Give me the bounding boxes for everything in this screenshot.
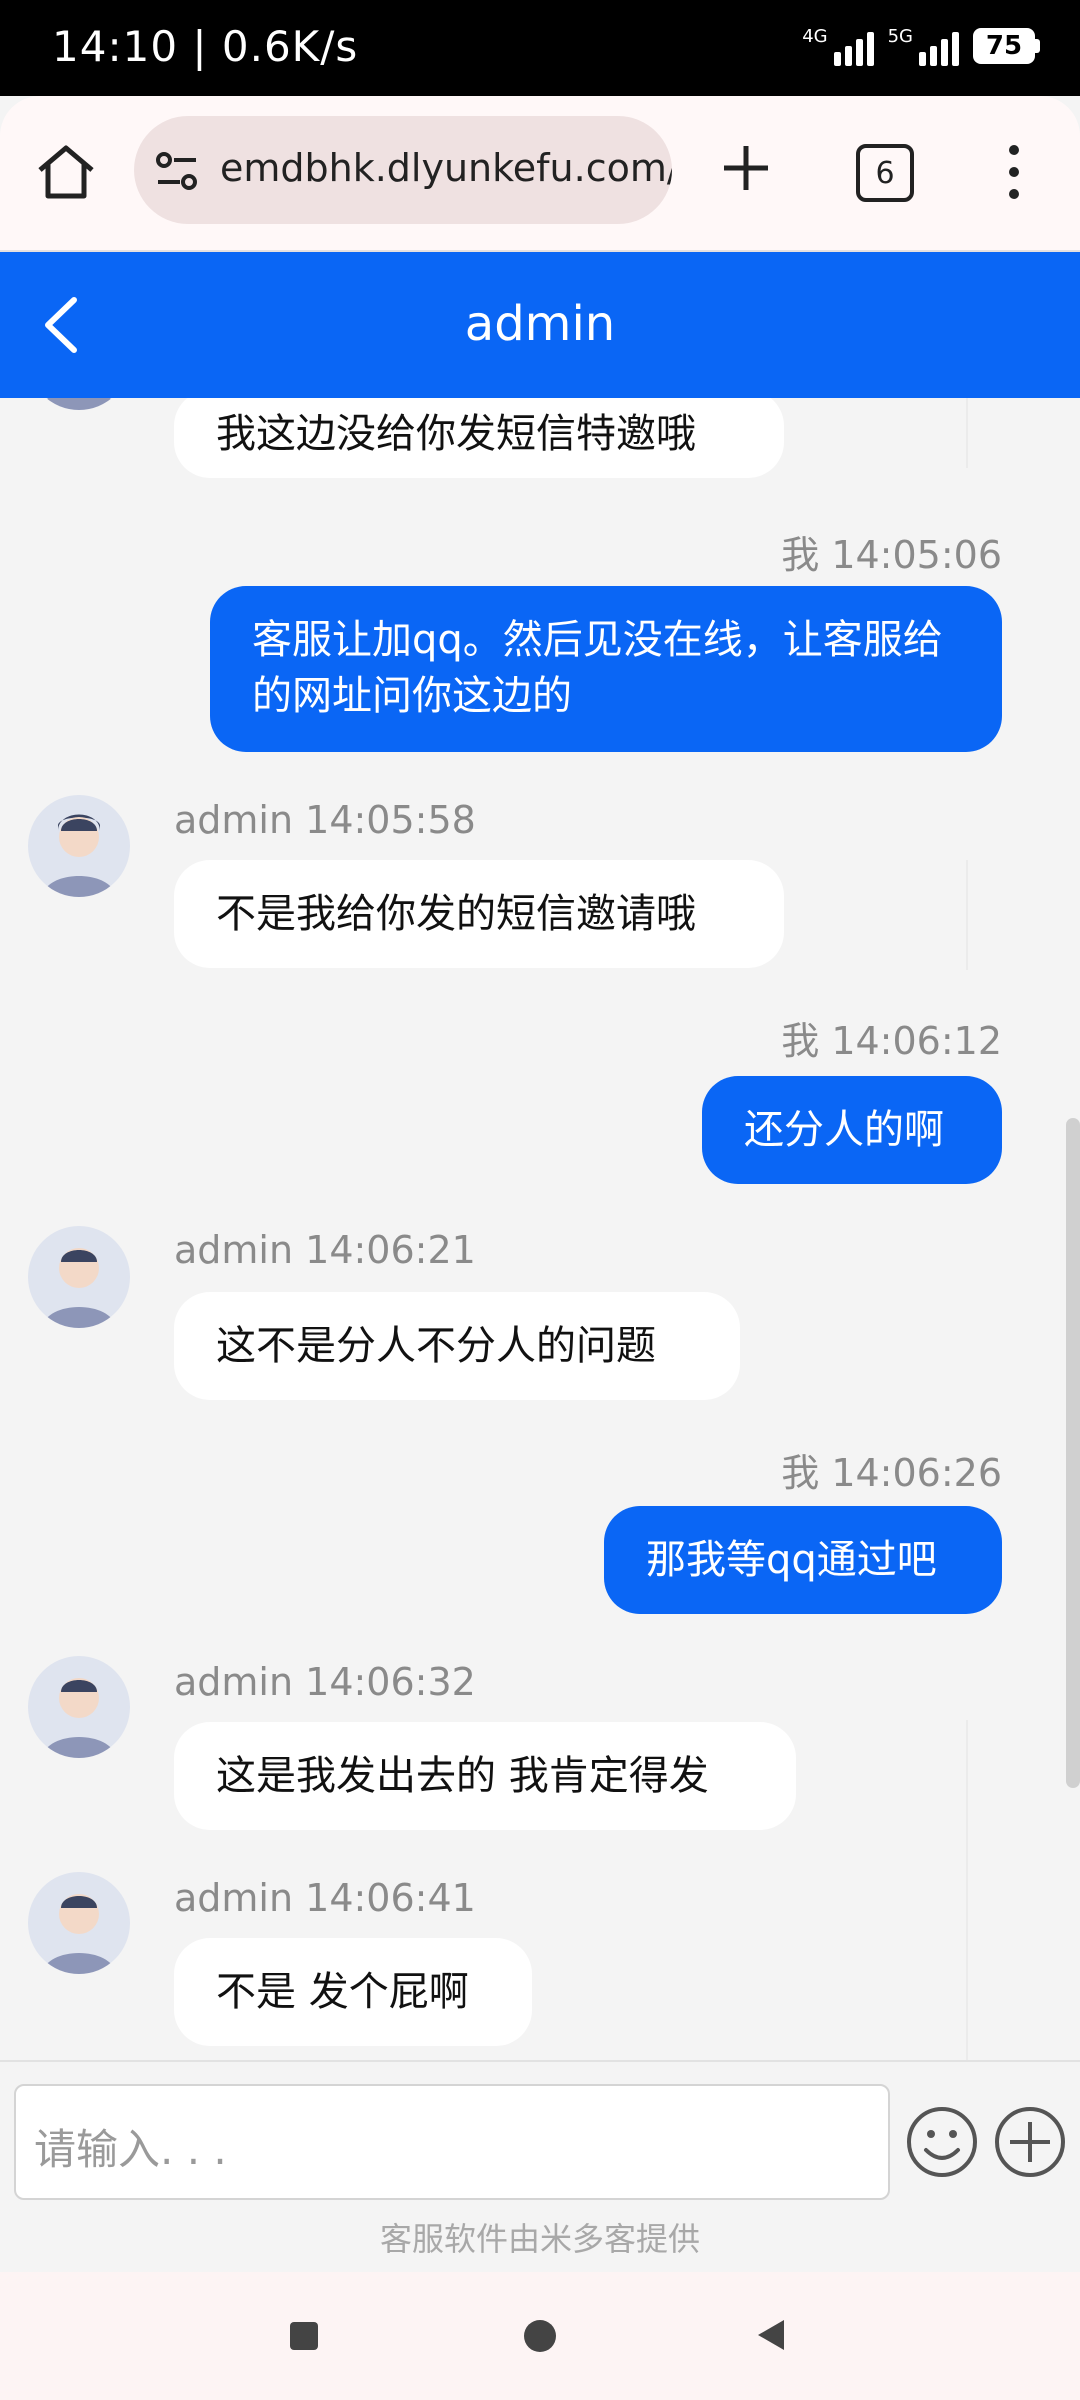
more-vert-icon[interactable] [994,140,1034,204]
scrollbar[interactable] [1066,1118,1080,1788]
agent-avatar [28,1226,130,1328]
message-meta: admin 14:06:21 [174,1228,476,1272]
message-bubble-outgoing: 还分人的啊 [702,1076,1002,1184]
status-icons: 4G 5G 75 [802,26,1040,66]
back-button[interactable] [758,2320,784,2350]
recents-button[interactable] [290,2322,318,2350]
status-time: 14:10 | 0.6K/s [52,22,359,71]
signal-4g-icon: 4G [802,26,874,66]
signal-5g-icon: 5G [888,26,959,66]
home-button[interactable] [524,2320,556,2352]
message-meta: 我 14:06:26 [781,1451,1002,1495]
message-meta: 我 14:05:06 [781,533,1002,577]
home-icon[interactable] [30,136,102,208]
agent-avatar [28,1872,130,1974]
browser-toolbar: emdbhk.dlyunkefu.com/v 6 [0,96,1080,252]
tabs-button[interactable]: 6 [856,144,914,202]
message-bubble-outgoing: 客服让加qq。然后见没在线，让客服给的网址问你这边的 [210,586,1002,752]
status-bar: 14:10 | 0.6K/s 4G 5G 75 [0,0,1080,96]
url-text: emdbhk.dlyunkefu.com/v [220,146,672,190]
tune-icon[interactable] [154,148,200,194]
message-meta: admin 14:06:32 [174,1660,476,1704]
powered-by-text: 客服软件由米多客提供 [379,2220,700,2258]
message-bubble-outgoing: 那我等qq通过吧 [604,1506,1002,1614]
chat-title: admin [464,296,616,352]
message-bubble-incoming: 这是我发出去的 我肯定得发 [174,1722,796,1830]
agent-avatar [28,398,130,410]
agent-avatar [28,795,130,897]
message-meta: admin 14:05:58 [174,798,476,842]
plus-icon[interactable] [712,134,780,202]
message-list[interactable]: 我这边没给你发短信特邀哦 我 14:05:06 客服让加qq。然后见没在线，让客… [0,398,1080,2060]
chat-header: admin [0,252,1080,398]
message-input[interactable]: 请输入. . . [14,2084,890,2200]
system-nav-bar [0,2272,1080,2400]
address-bar[interactable]: emdbhk.dlyunkefu.com/v [134,116,672,224]
agent-avatar [28,1656,130,1758]
message-bubble-incoming: 不是 发个屁啊 [174,1938,532,2046]
input-placeholder: 请输入. . . [34,2125,227,2174]
emoji-icon[interactable] [904,2104,980,2180]
message-bubble-incoming: 这不是分人不分人的问题 [174,1292,740,1400]
battery-icon: 75 [973,28,1040,64]
input-bar: 请输入. . . 客服软件由米多客提供 [0,2060,1080,2274]
message-meta: 我 14:06:12 [781,1019,1002,1063]
message-bubble-incoming: 我这边没给你发短信特邀哦 [174,398,784,478]
message-meta: admin 14:06:41 [174,1876,476,1920]
message-bubble-incoming: 不是我给你发的短信邀请哦 [174,860,784,968]
battery-level: 75 [973,28,1035,64]
add-circle-icon[interactable] [992,2104,1068,2180]
